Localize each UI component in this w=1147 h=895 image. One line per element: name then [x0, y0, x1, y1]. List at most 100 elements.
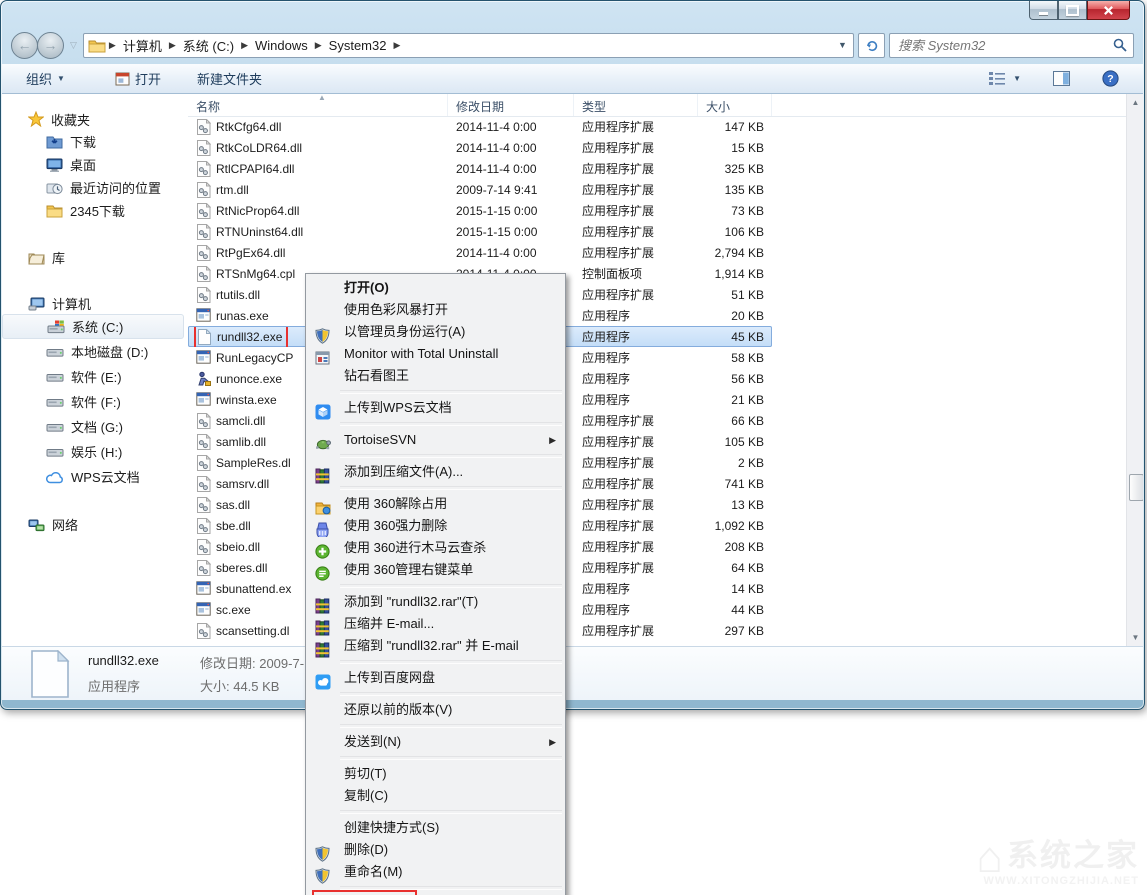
menu-item-label: 打开(O) — [344, 280, 389, 295]
file-type-cell: 应用程序 — [574, 370, 698, 387]
open-label: 打开 — [135, 69, 161, 88]
file-name-wrap: sbeio.dll — [196, 539, 260, 555]
command-toolbar: 组织 ▼ 打开 新建文件夹 ▼ — [2, 64, 1143, 94]
new-folder-button[interactable]: 新建文件夹 — [187, 67, 272, 91]
sidebar-item-软件-e-[interactable]: 软件 (E:) — [2, 364, 188, 389]
file-type-cell: 应用程序扩展 — [574, 496, 698, 513]
file-name-wrap: RtkCoLDR64.dll — [196, 140, 302, 156]
menu-item-上传到wps云文档[interactable]: 上传到WPS云文档 — [306, 397, 565, 419]
table-row[interactable]: RtkCfg64.dll2014-11-4 0:00应用程序扩展147 KB — [188, 116, 772, 137]
file-size-cell: 66 KB — [698, 414, 772, 428]
menu-item-添加到压缩文件-a-[interactable]: 添加到压缩文件(A)... — [306, 461, 565, 483]
menu-item-使用-360解除占用[interactable]: 使用 360解除占用 — [306, 493, 565, 515]
vertical-scrollbar[interactable]: ▲ ▼ — [1126, 94, 1143, 646]
file-size-cell: 1,914 KB — [698, 267, 772, 281]
breadcrumb-item-computer[interactable]: 计算机 — [117, 36, 168, 55]
menu-item-创建快捷方式-s-[interactable]: 创建快捷方式(S) — [306, 817, 565, 839]
sidebar-section-收藏夹[interactable]: 收藏夹 — [2, 108, 188, 130]
menu-item-tortoisesvn[interactable]: TortoiseSVN▶ — [306, 429, 565, 451]
menu-item-发送到-n-[interactable]: 发送到(N)▶ — [306, 731, 565, 753]
column-header-size[interactable]: 大小 — [698, 94, 772, 116]
menu-item-压缩到-rundll32-rar-并-e-mail[interactable]: 压缩到 "rundll32.rar" 并 E-mail — [306, 635, 565, 657]
menu-item-monitor-with-total-uninstall[interactable]: Monitor with Total Uninstall — [306, 343, 565, 365]
menu-item-还原以前的版本-v-[interactable]: 还原以前的版本(V) — [306, 699, 565, 721]
winrar-icon — [315, 594, 331, 610]
organize-button[interactable]: 组织 ▼ — [16, 67, 75, 91]
views-icon — [988, 71, 1006, 86]
close-button[interactable] — [1087, 1, 1130, 20]
sidebar-section-计算机[interactable]: 计算机 — [2, 292, 188, 314]
breadcrumb-item-drive-c[interactable]: 系统 (C:) — [177, 36, 240, 55]
file-name: runas.exe — [216, 309, 269, 323]
maximize-button[interactable] — [1058, 1, 1087, 20]
menu-item-复制-c-[interactable]: 复制(C) — [306, 785, 565, 807]
sidebar-item-本地磁盘-d-[interactable]: 本地磁盘 (D:) — [2, 339, 188, 364]
sidebar-item-系统-c-[interactable]: 系统 (C:) — [2, 314, 184, 339]
file-type-cell: 应用程序扩展 — [574, 433, 698, 450]
column-header-name[interactable]: 名称 ▲ — [188, 94, 448, 116]
table-row[interactable]: RtPgEx64.dll2014-11-4 0:00应用程序扩展2,794 KB — [188, 242, 772, 263]
menu-item-剪切-t-[interactable]: 剪切(T) — [306, 763, 565, 785]
menu-item-钻石看图王[interactable]: 钻石看图王 — [306, 365, 565, 387]
sidebar-section-库[interactable]: 库 — [2, 246, 188, 268]
file-size-cell: 2,794 KB — [698, 246, 772, 260]
history-dropdown-icon[interactable]: ▽ — [70, 40, 77, 51]
breadcrumb[interactable]: ▶ 计算机 ▶ 系统 (C:) ▶ Windows ▶ System32 ▶ ▼ — [83, 33, 854, 58]
table-row[interactable]: RtNicProp64.dll2015-1-15 0:00应用程序扩展73 KB — [188, 200, 772, 221]
menu-item-添加到-rundll32-rar-t-[interactable]: 添加到 "rundll32.rar"(T) — [306, 591, 565, 613]
sidebar-item-文档-g-[interactable]: 文档 (G:) — [2, 414, 188, 439]
menu-item-以管理员身份运行-a-[interactable]: 以管理员身份运行(A) — [306, 321, 565, 343]
file-type-cell: 应用程序扩展 — [574, 160, 698, 177]
open-button[interactable]: 打开 — [105, 67, 171, 91]
file-name: RtPgEx64.dll — [216, 246, 285, 260]
file-name: sc.exe — [216, 603, 251, 617]
sidebar-item-2345下载[interactable]: 2345下载 — [2, 199, 188, 222]
menu-item-使用色彩风暴打开[interactable]: 使用色彩风暴打开 — [306, 299, 565, 321]
preview-pane-button[interactable] — [1043, 67, 1080, 91]
table-row[interactable]: rtm.dll2009-7-14 9:41应用程序扩展135 KB — [188, 179, 772, 200]
sidebar-item-桌面[interactable]: 桌面 — [2, 153, 188, 176]
submenu-arrow-icon: ▶ — [549, 731, 556, 753]
address-dropdown-button[interactable]: ▼ — [834, 35, 851, 56]
sidebar-item-wps云文档[interactable]: WPS云文档 — [2, 464, 188, 489]
menu-item-使用-360进行木马云查杀[interactable]: 使用 360进行木马云查杀 — [306, 537, 565, 559]
back-button[interactable]: ← — [11, 32, 38, 59]
refresh-button[interactable] — [858, 33, 885, 58]
sidebar-item-软件-f-[interactable]: 软件 (F:) — [2, 389, 188, 414]
file-name-wrap: sas.dll — [196, 497, 250, 513]
search-input[interactable] — [896, 37, 1113, 54]
sidebar-section-网络[interactable]: 网络 — [2, 513, 188, 535]
table-row[interactable]: RtlCPAPI64.dll2014-11-4 0:00应用程序扩展325 KB — [188, 158, 772, 179]
scrollbar-thumb[interactable] — [1129, 474, 1143, 501]
menu-item-label: 添加到 "rundll32.rar"(T) — [344, 594, 478, 609]
menu-separator — [340, 454, 562, 458]
menu-item-压缩并-e-mail-[interactable]: 压缩并 E-mail... — [306, 613, 565, 635]
breadcrumb-item-windows[interactable]: Windows — [249, 38, 314, 53]
scroll-down-icon[interactable]: ▼ — [1127, 629, 1143, 646]
sidebar-item-下载[interactable]: 下载 — [2, 130, 188, 153]
menu-item-重命名-m-[interactable]: 重命名(M) — [306, 861, 565, 883]
menu-item-删除-d-[interactable]: 删除(D) — [306, 839, 565, 861]
minimize-button[interactable] — [1029, 1, 1058, 20]
menu-item-使用-360管理右键菜单[interactable]: 使用 360管理右键菜单 — [306, 559, 565, 581]
menu-item-使用-360强力删除[interactable]: 使用 360强力删除 — [306, 515, 565, 537]
table-row[interactable]: RtkCoLDR64.dll2014-11-4 0:00应用程序扩展15 KB — [188, 137, 772, 158]
details-file-name: rundll32.exe — [88, 653, 200, 672]
breadcrumb-item-system32[interactable]: System32 — [323, 38, 393, 53]
sidebar-item-娱乐-h-[interactable]: 娱乐 (H:) — [2, 439, 188, 464]
views-button[interactable]: ▼ — [978, 67, 1031, 91]
table-row[interactable]: RTNUninst64.dll2015-1-15 0:00应用程序扩展106 K… — [188, 221, 772, 242]
menu-item-上传到百度网盘[interactable]: 上传到百度网盘 — [306, 667, 565, 689]
column-header-date[interactable]: 修改日期 — [448, 94, 574, 116]
menu-item-打开-o-[interactable]: 打开(O) — [306, 277, 565, 299]
column-header-type[interactable]: 类型 — [574, 94, 698, 116]
file-size-cell: 21 KB — [698, 393, 772, 407]
drive-icon — [46, 344, 64, 360]
file-size-cell: 297 KB — [698, 624, 772, 638]
scroll-up-icon[interactable]: ▲ — [1127, 94, 1143, 111]
sidebar-item-最近访问的位置[interactable]: 最近访问的位置 — [2, 176, 188, 199]
tortoisesvn-icon — [315, 432, 331, 448]
file-name-wrap: RtNicProp64.dll — [196, 203, 299, 219]
forward-button[interactable]: → — [37, 32, 64, 59]
help-button[interactable]: ? — [1092, 67, 1129, 91]
